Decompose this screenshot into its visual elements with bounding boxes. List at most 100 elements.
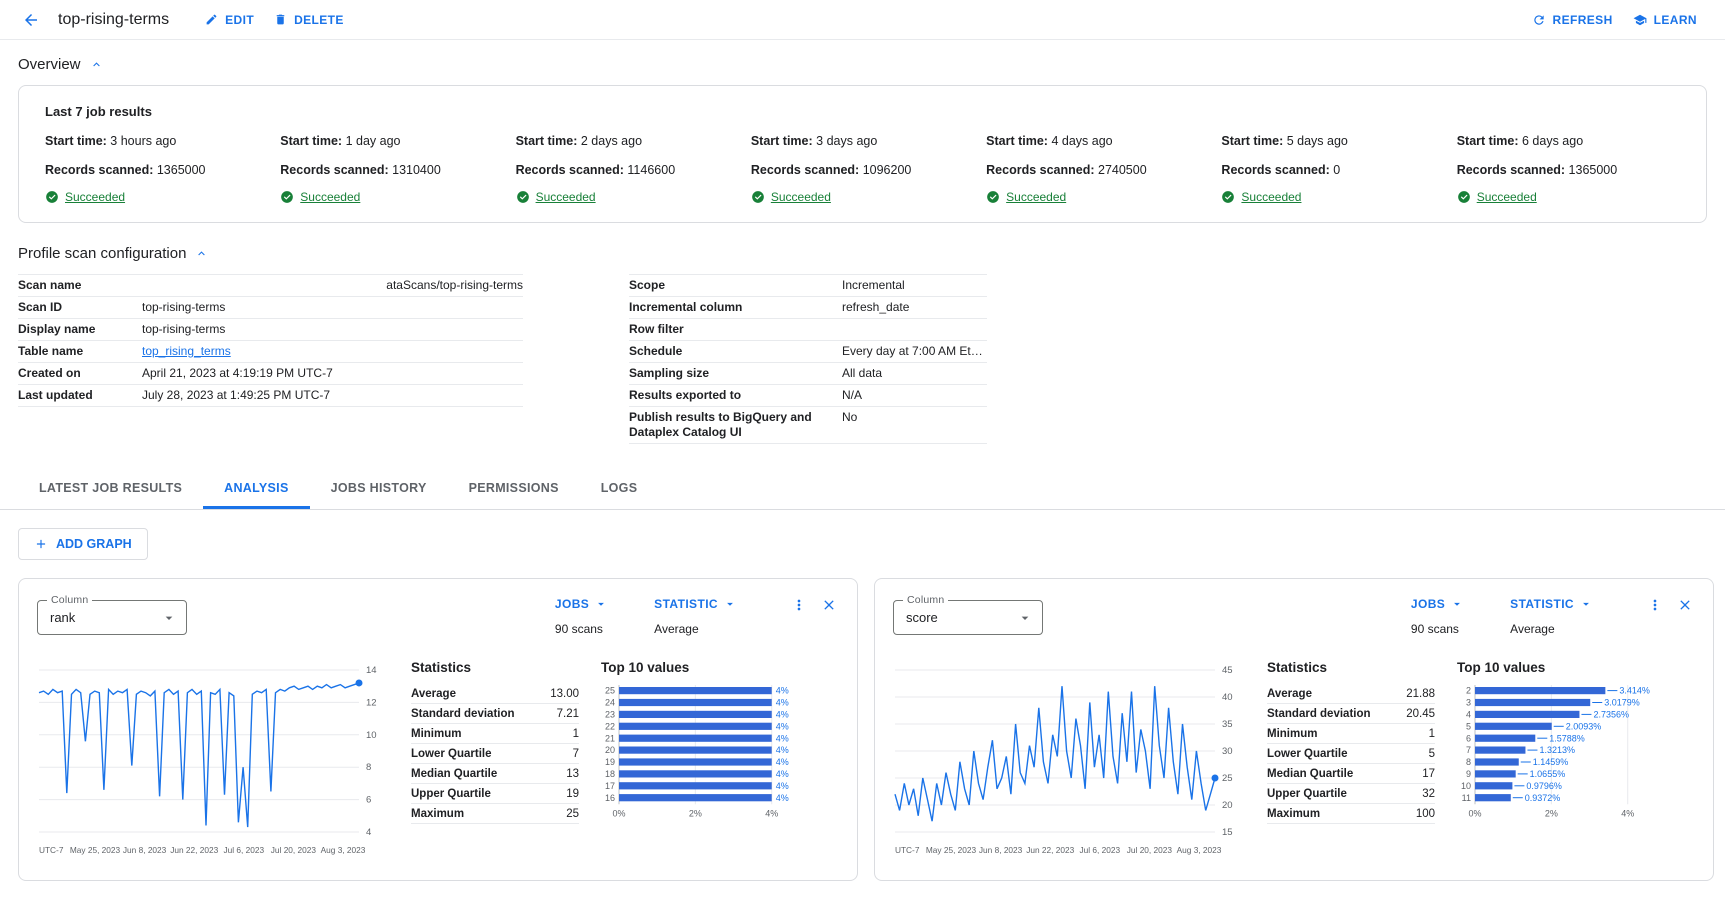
config-value: top-rising-terms (142, 322, 523, 337)
config-label: Display name (18, 322, 142, 337)
chevron-up-icon[interactable] (195, 247, 208, 260)
svg-text:2%: 2% (689, 808, 702, 818)
statistic-dropdown[interactable]: STATISTIC (654, 597, 737, 611)
more-options-icon[interactable] (1645, 595, 1665, 615)
delete-button[interactable]: DELETE (264, 7, 354, 33)
column-select-value: score (906, 610, 1017, 625)
svg-text:25: 25 (1222, 773, 1233, 784)
add-graph-button[interactable]: ADD GRAPH (18, 528, 148, 560)
stat-value: 32 (1422, 788, 1435, 800)
svg-text:4%: 4% (776, 686, 789, 696)
svg-text:0%: 0% (612, 808, 625, 818)
svg-text:20: 20 (1222, 800, 1233, 811)
stat-value: 1 (1429, 728, 1435, 740)
config-value: N/A (842, 388, 987, 403)
column-select[interactable]: Column rank (37, 600, 187, 635)
success-check-icon (45, 190, 59, 204)
jobs-dropdown[interactable]: JOBS (555, 597, 608, 611)
svg-text:7: 7 (1466, 745, 1471, 755)
job-start-time: Start time: 6 days ago (1457, 134, 1680, 148)
learn-button[interactable]: LEARN (1623, 7, 1707, 33)
job-status-link[interactable]: Succeeded (1241, 190, 1301, 204)
svg-text:40: 40 (1222, 692, 1233, 703)
config-label: Publish results to BigQuery and Dataplex… (629, 410, 842, 440)
stat-row: Standard deviation20.45 (1267, 704, 1435, 724)
svg-text:0.9796%: 0.9796% (1526, 781, 1562, 791)
svg-text:UTC-7: UTC-7 (895, 845, 920, 855)
back-button[interactable] (18, 7, 44, 33)
job-result: Start time: 1 day agoRecords scanned: 13… (280, 119, 503, 204)
svg-text:4%: 4% (776, 769, 789, 779)
stat-value: 7 (573, 748, 579, 760)
config-label: Last updated (18, 388, 142, 403)
success-check-icon (280, 190, 294, 204)
tab-logs[interactable]: LOGS (580, 468, 659, 509)
job-status-link[interactable]: Succeeded (536, 190, 596, 204)
last-jobs-card: Last 7 job results Start time: 3 hours a… (18, 85, 1707, 223)
svg-text:20: 20 (605, 745, 615, 755)
tab-jobs-history[interactable]: JOBS HISTORY (310, 468, 448, 509)
trash-icon (274, 13, 287, 26)
job-status-link[interactable]: Succeeded (1477, 190, 1537, 204)
svg-text:4%: 4% (765, 808, 778, 818)
jobs-dropdown[interactable]: JOBS (1411, 597, 1464, 611)
table-name-link[interactable]: top_rising_terms (142, 344, 231, 358)
stat-row: Maximum100 (1267, 804, 1435, 824)
svg-text:Jun 8, 2023: Jun 8, 2023 (979, 845, 1023, 855)
job-status-link[interactable]: Succeeded (65, 190, 125, 204)
close-icon[interactable] (1675, 595, 1695, 615)
svg-text:5: 5 (1466, 721, 1471, 731)
job-start-time: Start time: 4 days ago (986, 134, 1209, 148)
stat-row: Upper Quartile32 (1267, 784, 1435, 804)
config-label: Scope (629, 278, 842, 293)
stat-label: Maximum (411, 808, 464, 820)
config-label: Schedule (629, 344, 842, 359)
job-result: Start time: 2 days agoRecords scanned: 1… (516, 119, 739, 204)
success-check-icon (516, 190, 530, 204)
trend-line-chart: 15202530354045UTC-7May 25, 2023Jun 8, 20… (893, 660, 1245, 862)
svg-text:4%: 4% (776, 710, 789, 720)
svg-text:Jun 22, 2023: Jun 22, 2023 (1026, 845, 1074, 855)
refresh-button[interactable]: REFRESH (1522, 7, 1623, 33)
svg-text:14: 14 (366, 665, 377, 676)
tab-bar: LATEST JOB RESULTSANALYSISJOBS HISTORYPE… (0, 468, 1725, 510)
svg-text:11: 11 (1462, 793, 1471, 803)
svg-text:3: 3 (1466, 698, 1471, 708)
success-check-icon (751, 190, 765, 204)
stat-value: 100 (1416, 808, 1435, 820)
stat-value: 19 (566, 788, 579, 800)
column-select[interactable]: Column score (893, 600, 1043, 635)
stat-label: Median Quartile (411, 768, 497, 780)
config-row: ScheduleEvery day at 7:00 AM Etc/GMT+8 (629, 341, 987, 363)
stat-value: 13 (566, 768, 579, 780)
chevron-down-icon (1450, 597, 1464, 611)
close-icon[interactable] (819, 595, 839, 615)
config-label: Created on (18, 366, 142, 381)
svg-text:30: 30 (1222, 746, 1233, 757)
job-records-scanned: Records scanned: 1146600 (516, 163, 739, 177)
stat-label: Standard deviation (411, 708, 515, 720)
jobs-value: 90 scans (555, 622, 603, 636)
job-status-link[interactable]: Succeeded (771, 190, 831, 204)
config-row: Incremental columnrefresh_date (629, 297, 987, 319)
svg-text:3.414%: 3.414% (1619, 686, 1650, 696)
tab-permissions[interactable]: PERMISSIONS (448, 468, 580, 509)
config-heading: Profile scan configuration (0, 229, 1725, 272)
job-status-link[interactable]: Succeeded (1006, 190, 1066, 204)
stat-row: Minimum1 (1267, 724, 1435, 744)
statistic-dropdown[interactable]: STATISTIC (1510, 597, 1593, 611)
tab-analysis[interactable]: ANALYSIS (203, 468, 309, 509)
stat-value: 5 (1429, 748, 1435, 760)
config-table-left: Scan nameataScans/top-rising-termsScan I… (18, 274, 523, 444)
statistics-title: Statistics (1267, 660, 1435, 675)
top10-title: Top 10 values (601, 660, 839, 675)
job-start-time: Start time: 3 days ago (751, 134, 974, 148)
svg-text:3.0179%: 3.0179% (1604, 698, 1640, 708)
more-options-icon[interactable] (789, 595, 809, 615)
chevron-up-icon[interactable] (90, 58, 103, 71)
job-status-link[interactable]: Succeeded (300, 190, 360, 204)
edit-button[interactable]: EDIT (195, 7, 264, 33)
statistic-value: Average (654, 622, 698, 636)
tab-latest-job-results[interactable]: LATEST JOB RESULTS (18, 468, 203, 509)
svg-text:8: 8 (1466, 757, 1471, 767)
